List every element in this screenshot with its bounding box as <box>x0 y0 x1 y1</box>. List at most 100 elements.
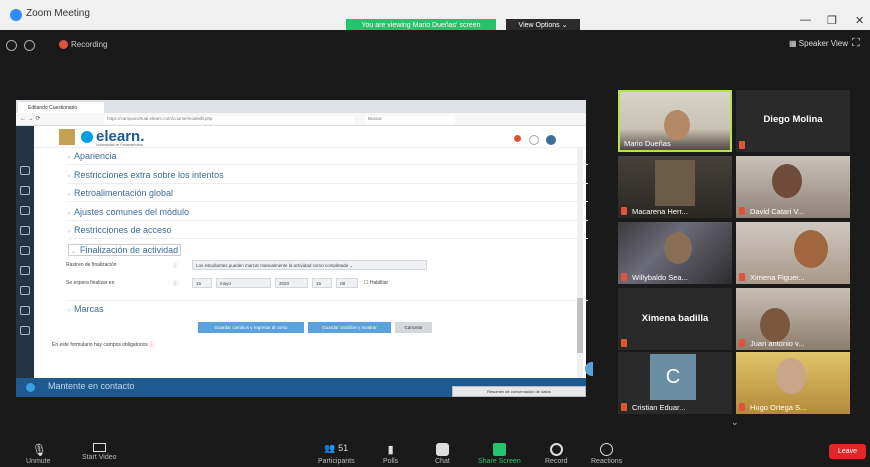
required-note: En este formulario hay campos obligatori… <box>52 342 155 348</box>
moodle-left-nav <box>16 126 34 397</box>
minimize-icon[interactable]: — <box>800 14 811 26</box>
participant-face <box>664 110 690 140</box>
record-icon <box>549 443 563 456</box>
info-icon[interactable] <box>6 40 17 51</box>
elearn-logo-icon <box>81 131 93 143</box>
enable-checkbox[interactable]: ☐ Habilitar <box>364 280 388 286</box>
hour-select[interactable]: 15 <box>312 278 332 288</box>
divider <box>68 164 588 165</box>
recording-label: Recording <box>71 40 108 49</box>
nav-badges-icon[interactable] <box>20 306 30 315</box>
participants-button[interactable]: 👥 51 Participants <box>318 443 355 465</box>
help-icon[interactable] <box>26 383 35 392</box>
muted-mic-icon <box>621 339 627 347</box>
section-extra-restrictions[interactable]: › Restricciones extra sobre los intentos <box>68 170 224 180</box>
muted-mic-icon <box>739 141 745 149</box>
shared-screen: Editando Cuestionario ← → ⟳ https://camp… <box>16 100 593 397</box>
completion-tracking-label: Rastreo de finalización <box>66 262 117 268</box>
university-seal-icon <box>59 129 75 145</box>
participant-tile[interactable]: Mario Dueñas <box>618 90 732 152</box>
nav-files-icon[interactable] <box>20 226 30 235</box>
save-return-button[interactable]: Guardar cambios y regresar al curso <box>198 322 304 333</box>
nav-settings-icon[interactable] <box>20 286 30 295</box>
completion-tracking-select[interactable]: Los estudiantes pueden marcar manualment… <box>192 260 427 270</box>
divider <box>68 183 588 184</box>
participant-tile[interactable]: Willybaldo Sea... <box>618 222 732 284</box>
share-screen-button[interactable]: Share Screen <box>478 443 521 465</box>
save-show-button[interactable]: Guardar cambios y mostrar <box>308 322 391 333</box>
divider <box>68 238 588 239</box>
participant-tile[interactable]: C Cristian Eduar... <box>618 352 732 414</box>
page-scrollbar[interactable] <box>577 148 583 378</box>
section-activity-completion[interactable]: ⌄ Finalización de actividad <box>68 244 182 256</box>
participant-tile[interactable]: Hugo Ortega S... <box>736 352 850 414</box>
fullscreen-icon[interactable]: ⛶ <box>852 37 860 50</box>
record-button[interactable]: Record <box>545 443 568 465</box>
nav-grades-icon[interactable] <box>20 266 30 275</box>
section-common-settings[interactable]: › Ajustes comunes del módulo <box>68 207 189 217</box>
message-icon[interactable] <box>529 135 539 145</box>
year-select[interactable]: 2020 <box>275 278 308 288</box>
required-icon: ⓘ <box>149 342 155 348</box>
mic-muted-icon: 🎙 <box>31 443 47 457</box>
browser-search-field[interactable]: Buscar <box>365 116 455 124</box>
nav-dashboard-icon[interactable] <box>20 186 30 195</box>
close-icon[interactable]: ✕ <box>855 14 864 27</box>
polls-button[interactable]: ▮ Polls <box>383 443 398 465</box>
divider <box>68 201 588 202</box>
nav-messages-icon[interactable] <box>20 326 30 335</box>
section-tags[interactable]: › Marcas <box>68 304 104 314</box>
section-appearance[interactable]: › Apariencia <box>68 151 117 161</box>
share-screen-icon <box>492 443 506 456</box>
participant-tile[interactable]: Juan antonio v... <box>736 288 850 350</box>
participant-name: Willybaldo Sea... <box>632 273 688 282</box>
url-field[interactable]: https://campusvirtual.elearn.com/course/… <box>104 116 354 124</box>
chevron-down-icon[interactable]: ⌄ <box>731 417 739 428</box>
participant-tile[interactable]: Ximena Figuer... <box>736 222 850 284</box>
cancel-button[interactable]: Cancelar <box>395 322 432 333</box>
polls-icon: ▮ <box>387 444 394 456</box>
zoom-logo-icon <box>10 9 22 21</box>
participants-icon: 👥 51 <box>324 443 349 453</box>
start-video-button[interactable]: Start Video <box>82 443 117 461</box>
maximize-icon[interactable]: ❐ <box>827 14 837 27</box>
participant-tile[interactable]: Macarena Herr... <box>618 156 732 218</box>
speaker-view-button[interactable]: ▦ Speaker View <box>789 39 848 48</box>
unmute-button[interactable]: 🎙 Unmute <box>26 443 51 465</box>
user-avatar-icon[interactable] <box>546 135 556 145</box>
help-icon[interactable]: ⓘ <box>173 280 178 287</box>
participant-face <box>776 358 806 394</box>
participant-face <box>760 308 790 342</box>
participant-face <box>772 164 802 198</box>
chat-icon <box>435 443 449 456</box>
participant-name: Ximena badilla <box>641 313 709 324</box>
nav-home-icon[interactable] <box>20 166 30 175</box>
notification-icon[interactable] <box>514 135 521 142</box>
chat-button[interactable]: Chat <box>435 443 450 465</box>
drawer-toggle-icon[interactable] <box>585 362 593 376</box>
participant-face <box>794 230 828 268</box>
participant-tile[interactable]: David Catari V... <box>736 156 850 218</box>
section-access-restrictions[interactable]: › Restricciones de acceso <box>68 225 172 235</box>
participant-tile[interactable]: Ximena badilla <box>618 288 732 350</box>
month-select[interactable]: mayo <box>216 278 271 288</box>
participant-tile[interactable]: Diego Molina <box>736 90 850 152</box>
help-icon[interactable]: ⓘ <box>173 262 178 269</box>
shield-icon[interactable] <box>24 40 35 51</box>
scrollbar-thumb[interactable] <box>577 298 583 353</box>
nav-arrows-icon[interactable]: ← → ⟳ <box>20 115 40 122</box>
muted-mic-icon <box>739 339 745 347</box>
reactions-button[interactable]: Reactions <box>591 443 622 465</box>
leave-button[interactable]: Leave <box>829 444 866 459</box>
speaker-view-label: Speaker View <box>798 39 848 48</box>
browser-tab[interactable]: Editando Cuestionario <box>18 102 104 113</box>
data-retention-link[interactable]: Resumen de conservación de datos <box>452 386 586 397</box>
participant-name: Juan antonio v... <box>750 339 805 348</box>
footer-contact: Mantente en contacto <box>48 381 135 391</box>
nav-calendar-icon[interactable] <box>20 206 30 215</box>
muted-mic-icon <box>739 273 745 281</box>
day-select[interactable]: 15 <box>192 278 212 288</box>
minute-select[interactable]: 08 <box>336 278 358 288</box>
section-global-feedback[interactable]: › Retroalimentación global <box>68 188 173 198</box>
nav-courses-icon[interactable] <box>20 246 30 255</box>
